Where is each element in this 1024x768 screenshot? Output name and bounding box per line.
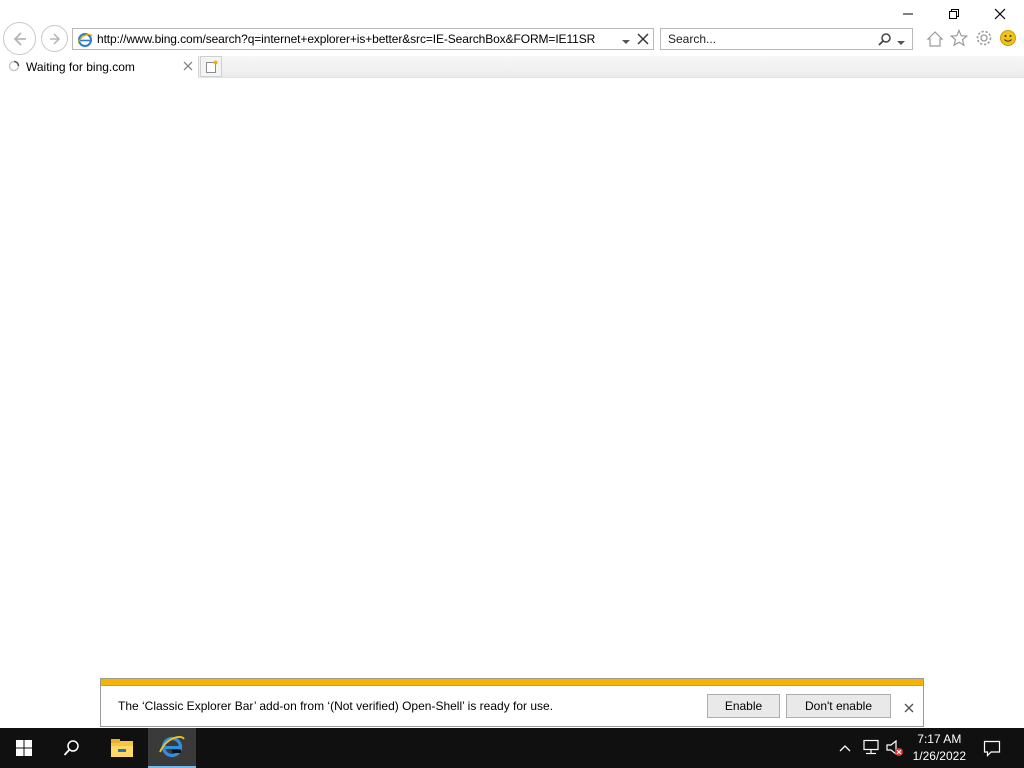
search-icon[interactable] [878, 32, 892, 49]
clock[interactable]: 7:17 AM 1/26/2022 [913, 731, 966, 765]
network-icon[interactable] [862, 739, 880, 758]
search-input[interactable]: Search... [668, 32, 716, 46]
forward-button[interactable] [41, 25, 68, 52]
show-hidden-icons-icon[interactable] [839, 742, 851, 756]
new-tab-button[interactable] [200, 56, 222, 77]
minimize-icon [903, 13, 913, 15]
taskbar: 7:17 AM 1/26/2022 [0, 728, 1024, 768]
tab-title: Waiting for bing.com [26, 60, 135, 74]
file-explorer-icon [111, 739, 133, 757]
action-center-icon[interactable] [983, 739, 1001, 760]
file-explorer-button[interactable] [98, 728, 146, 768]
dont-enable-button[interactable]: Don't enable [786, 694, 891, 718]
restore-icon [949, 9, 959, 19]
loading-spinner-icon [8, 60, 20, 75]
favorites-star-icon[interactable] [949, 28, 969, 50]
ie-page-icon [77, 32, 93, 51]
feedback-smiley-icon[interactable] [999, 29, 1017, 50]
address-url[interactable]: http://www.bing.com/search?q=internet+ex… [97, 32, 595, 46]
address-dropdown-icon[interactable] [622, 35, 630, 49]
close-icon [994, 8, 1006, 20]
notification-bar: The ‘Classic Explorer Bar’ add-on from ‘… [100, 678, 924, 727]
stop-icon[interactable] [637, 33, 649, 48]
start-button[interactable] [0, 728, 48, 768]
restore-button[interactable] [931, 0, 977, 28]
internet-explorer-taskbar-button[interactable] [148, 728, 196, 768]
search-box[interactable]: Search... [660, 28, 913, 50]
minimize-button[interactable] [885, 0, 931, 28]
enable-button[interactable]: Enable [707, 694, 780, 718]
new-tab-icon [205, 60, 218, 77]
volume-muted-icon[interactable] [886, 739, 904, 760]
tools-gear-icon[interactable] [975, 29, 993, 50]
internet-explorer-icon [159, 736, 185, 758]
back-arrow-icon [13, 31, 26, 46]
clock-time: 7:17 AM [917, 732, 962, 746]
notification-close-icon[interactable] [904, 702, 914, 716]
tab-bing[interactable]: Waiting for bing.com [0, 56, 199, 78]
tab-close-icon[interactable] [183, 60, 193, 74]
forward-arrow-icon [49, 33, 60, 44]
search-icon [63, 740, 79, 756]
notification-accent-stripe [101, 679, 923, 686]
start-icon [16, 740, 32, 756]
taskbar-search-button[interactable] [48, 728, 96, 768]
home-icon[interactable] [926, 30, 944, 51]
search-dropdown-icon[interactable] [897, 36, 905, 50]
clock-date: 1/26/2022 [912, 749, 966, 763]
back-button[interactable] [3, 22, 36, 55]
notification-message: The ‘Classic Explorer Bar’ add-on from ‘… [118, 699, 554, 713]
address-bar[interactable]: http://www.bing.com/search?q=internet+ex… [72, 28, 654, 50]
close-window-button[interactable] [977, 0, 1023, 28]
